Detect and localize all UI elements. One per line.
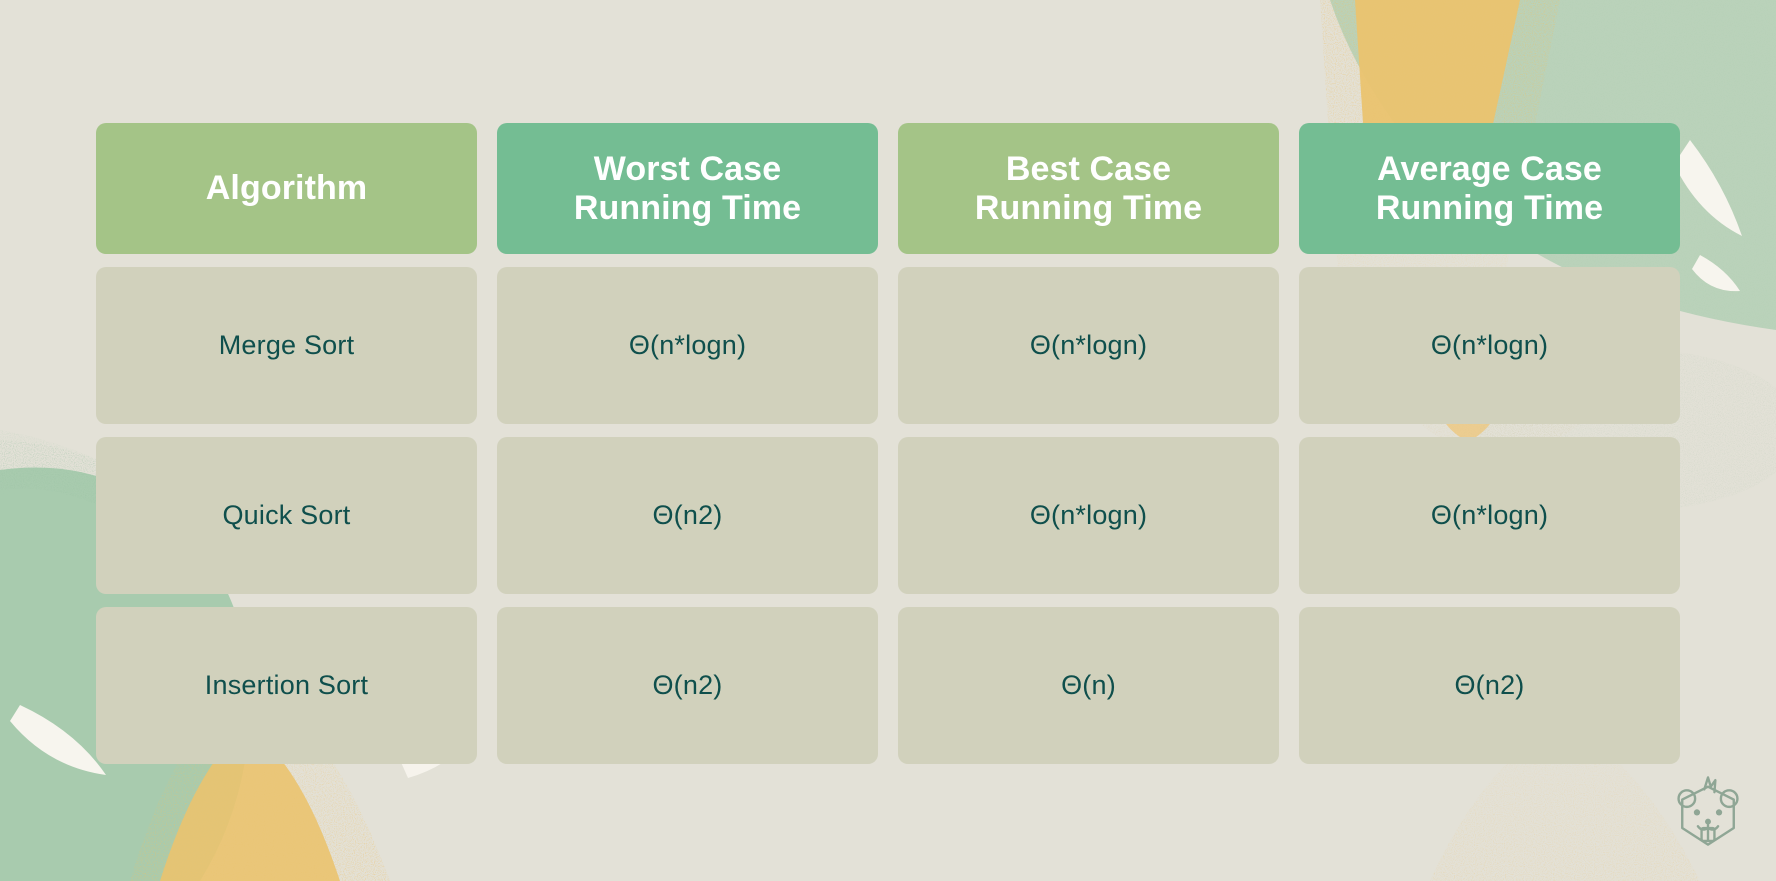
- table-row: Θ(n2): [1299, 607, 1680, 764]
- table-row: Θ(n2): [497, 607, 878, 764]
- table-row: Θ(n): [898, 607, 1279, 764]
- cell-worst-case: Θ(n2): [652, 500, 723, 530]
- cell-algorithm: Merge Sort: [218, 330, 355, 360]
- column-header-algorithm: Algorithm: [96, 123, 477, 254]
- cell-average-case: Θ(n2): [1454, 670, 1525, 700]
- table-row: Θ(n2): [497, 437, 878, 594]
- table-row: Insertion Sort: [96, 607, 477, 764]
- table-row: Θ(n*logn): [898, 267, 1279, 424]
- column-header-best-case: Best Case Running Time: [898, 123, 1279, 254]
- cell-worst-case: Θ(n2): [652, 670, 723, 700]
- cell-best-case: Θ(n*logn): [1029, 330, 1148, 360]
- cell-average-case: Θ(n*logn): [1430, 330, 1549, 360]
- column-header-worst-case: Worst Case Running Time: [497, 123, 878, 254]
- table-row: Θ(n*logn): [497, 267, 878, 424]
- column-header-label: Worst Case Running Time: [573, 150, 802, 227]
- table-row: Merge Sort: [96, 267, 477, 424]
- column-header-label: Algorithm: [205, 169, 368, 208]
- column-header-average-case: Average Case Running Time: [1299, 123, 1680, 254]
- cell-algorithm: Insertion Sort: [204, 670, 369, 700]
- column-header-label: Best Case Running Time: [974, 150, 1203, 227]
- beaver-mascot-icon: [1677, 776, 1739, 846]
- cell-best-case: Θ(n*logn): [1029, 500, 1148, 530]
- cell-algorithm: Quick Sort: [222, 500, 351, 530]
- column-header-label: Average Case Running Time: [1375, 150, 1604, 227]
- table-row: Θ(n*logn): [898, 437, 1279, 594]
- table-row: Quick Sort: [96, 437, 477, 594]
- cell-average-case: Θ(n*logn): [1430, 500, 1549, 530]
- cell-worst-case: Θ(n*logn): [628, 330, 747, 360]
- complexity-table: Algorithm Worst Case Running Time Best C…: [96, 123, 1680, 764]
- table-row: Θ(n*logn): [1299, 437, 1680, 594]
- cell-best-case: Θ(n): [1061, 670, 1116, 700]
- table-row: Θ(n*logn): [1299, 267, 1680, 424]
